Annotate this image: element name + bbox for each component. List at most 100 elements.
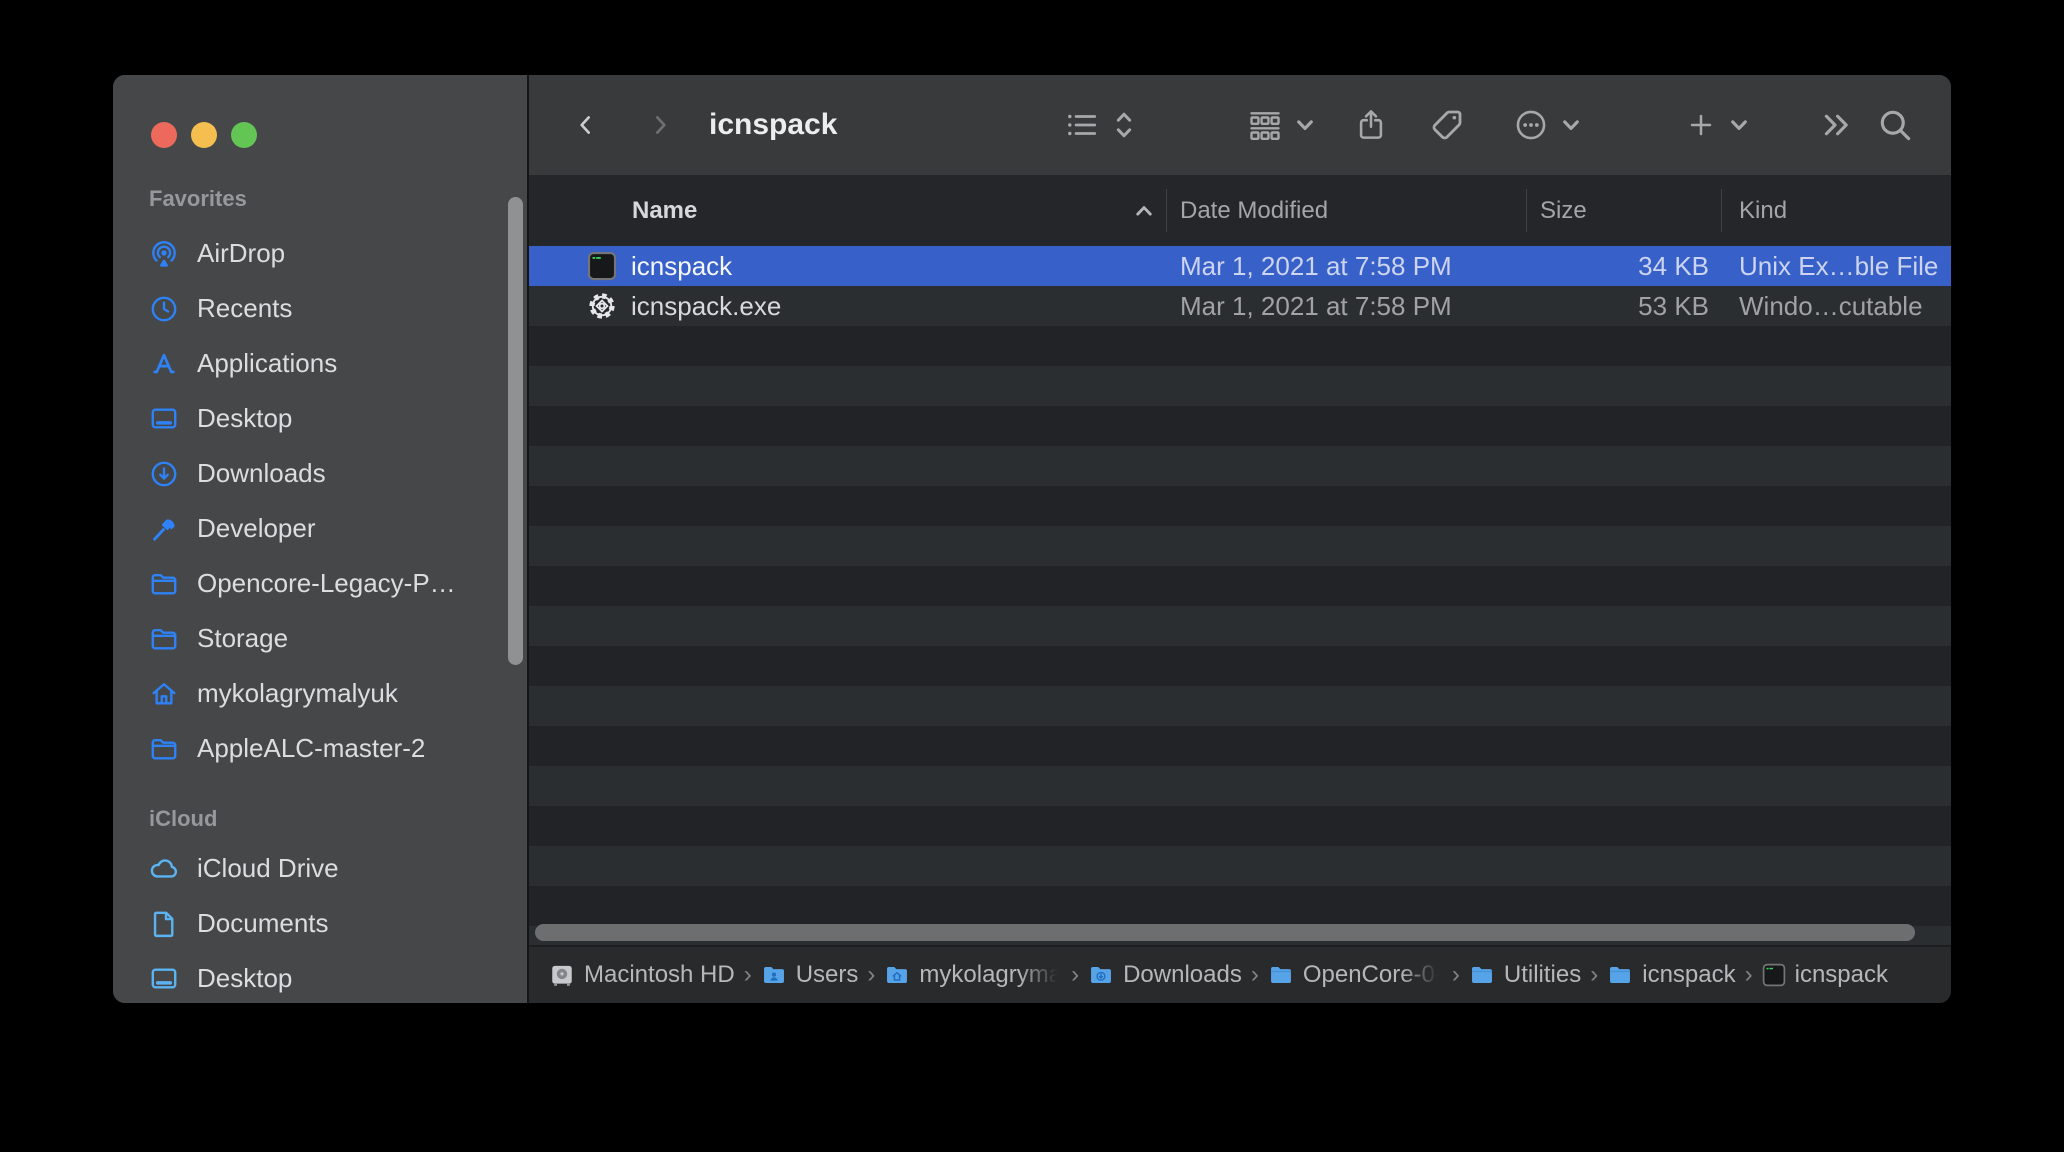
file-row-icnspack-exe[interactable]: icnspack.exe Mar 1, 2021 at 7:58 PM 53 KB W… xyxy=(529,286,1951,326)
column-header-size[interactable]: Size xyxy=(1526,197,1721,225)
path-item-mykolagryma[interactable]: mykolagryma xyxy=(884,961,1062,989)
file-name-cell[interactable]: icnspack xyxy=(529,251,1166,282)
drive-icon xyxy=(549,962,575,988)
empty-row xyxy=(529,566,1951,606)
folder-users-icon xyxy=(761,962,787,988)
actions-chevron[interactable] xyxy=(1557,75,1585,175)
window-title: icnspack xyxy=(709,108,838,141)
finder-window: Favorites AirDrop Recents Applications Desk… xyxy=(113,75,1951,1003)
empty-row xyxy=(529,446,1951,486)
path-item-label: Utilities xyxy=(1503,961,1582,988)
path-item-downloads[interactable]: Downloads xyxy=(1088,961,1242,989)
sidebar: Favorites AirDrop Recents Applications Desk… xyxy=(113,75,527,1003)
group-by-button[interactable] xyxy=(1243,75,1287,175)
sidebar-item-opencore-legacy-p[interactable]: Opencore-Legacy-P… xyxy=(113,556,527,611)
path-separator: › xyxy=(867,961,876,988)
empty-row xyxy=(529,806,1951,846)
folder-blue-icon xyxy=(1268,962,1294,988)
sidebar-item-desktop[interactable]: Desktop xyxy=(113,951,527,1003)
new-chevron[interactable] xyxy=(1725,75,1753,175)
column-divider[interactable] xyxy=(1721,189,1722,232)
horizontal-scrollbar[interactable] xyxy=(535,924,1915,941)
back-button[interactable] xyxy=(566,75,606,175)
folder-icon xyxy=(147,567,181,601)
file-name: icnspack.exe xyxy=(631,290,782,321)
empty-row xyxy=(529,846,1951,886)
path-separator: › xyxy=(1590,961,1599,988)
sidebar-item-label: Recents xyxy=(197,293,293,323)
path-item-label: Users xyxy=(795,961,859,988)
sidebar-scrollbar[interactable] xyxy=(508,197,523,665)
column-divider[interactable] xyxy=(1526,189,1527,232)
new-folder-button[interactable] xyxy=(1683,75,1719,175)
actions-button[interactable] xyxy=(1511,75,1551,175)
sidebar-item-label: Storage xyxy=(197,623,289,653)
sidebar-section-header-favorites: Favorites xyxy=(149,185,247,211)
file-kind-cell[interactable]: Unix Ex…ble File xyxy=(1721,251,1951,282)
folder-icon xyxy=(147,622,181,656)
path-item-label: Macintosh HD xyxy=(584,961,735,988)
sidebar-item-airdrop[interactable]: AirDrop xyxy=(113,226,527,281)
path-item-macintosh-hd[interactable]: Macintosh HD xyxy=(549,961,735,989)
path-item-label: icnspack xyxy=(1642,961,1736,988)
folder-download-icon xyxy=(1088,962,1114,988)
column-header-name[interactable]: Name xyxy=(529,197,1166,225)
folder-blue-icon xyxy=(1607,962,1633,988)
sidebar-item-label: Developer xyxy=(197,513,316,543)
view-toggle-chevrons[interactable] xyxy=(1109,75,1139,175)
empty-row xyxy=(529,646,1951,686)
airdrop-icon xyxy=(147,237,181,271)
sidebar-item-documents[interactable]: Documents xyxy=(113,896,527,951)
tag-icon xyxy=(1432,110,1462,140)
search-button[interactable] xyxy=(1873,75,1917,175)
group-by-chevron[interactable] xyxy=(1291,75,1319,175)
column-header-date[interactable]: Date Modified xyxy=(1166,197,1526,225)
column-divider[interactable] xyxy=(1166,189,1167,232)
column-header-kind[interactable]: Kind xyxy=(1721,197,1951,225)
chevron-down-icon xyxy=(1563,120,1579,131)
overflow-button[interactable] xyxy=(1817,75,1857,175)
sidebar-item-applealc-master-2[interactable]: AppleALC-master-2 xyxy=(113,721,527,776)
appstore-icon xyxy=(147,347,181,381)
double-chevron-right-icon xyxy=(1824,114,1848,136)
forward-button[interactable] xyxy=(640,75,680,175)
share-button[interactable] xyxy=(1349,75,1393,175)
path-item-label: icnspack xyxy=(1794,961,1888,988)
sidebar-item-label: AirDrop xyxy=(197,238,286,268)
path-separator: › xyxy=(743,961,752,988)
sidebar-item-recents[interactable]: Recents xyxy=(113,281,527,336)
file-list: icnspack Mar 1, 2021 at 7:58 PM 34 KB Unix … xyxy=(529,246,1951,947)
sidebar-item-icloud-drive[interactable]: iCloud Drive xyxy=(113,841,527,896)
folder-home-icon xyxy=(884,962,910,988)
path-item-opencore-0[interactable]: OpenCore-0- xyxy=(1268,961,1443,989)
file-row-icnspack[interactable]: icnspack Mar 1, 2021 at 7:58 PM 34 KB Unix … xyxy=(529,246,1951,286)
file-kind-cell[interactable]: Windo…cutable xyxy=(1721,291,1951,322)
path-item-icnspack-file[interactable]: icnspack xyxy=(1762,961,1888,989)
sidebar-item-developer[interactable]: Developer xyxy=(113,501,527,556)
file-size-cell[interactable]: 53 KB xyxy=(1526,291,1721,322)
empty-row xyxy=(529,526,1951,566)
desktop-icon xyxy=(147,962,181,996)
view-list-button[interactable] xyxy=(1061,75,1103,175)
sidebar-item-storage[interactable]: Storage xyxy=(113,611,527,666)
group-view-icon xyxy=(1250,112,1280,140)
tags-button[interactable] xyxy=(1423,75,1471,175)
sidebar-item-downloads[interactable]: Downloads xyxy=(113,446,527,501)
sidebar-item-applications[interactable]: Applications xyxy=(113,336,527,391)
file-name-cell[interactable]: icnspack.exe xyxy=(529,291,1166,322)
sidebar-item-label: Documents xyxy=(197,908,329,938)
path-separator: › xyxy=(1451,961,1460,988)
chevron-right-icon xyxy=(655,116,666,134)
file-size-cell[interactable]: 34 KB xyxy=(1526,251,1721,282)
empty-row xyxy=(529,406,1951,446)
file-name: icnspack xyxy=(631,250,733,281)
file-date-cell[interactable]: Mar 1, 2021 at 7:58 PM xyxy=(1166,251,1526,282)
path-item-icnspack[interactable]: icnspack xyxy=(1607,961,1736,989)
path-item-utilities[interactable]: Utilities xyxy=(1469,961,1581,989)
empty-row xyxy=(529,326,1951,366)
sidebar-item-label: Downloads xyxy=(197,458,326,488)
sidebar-item-desktop[interactable]: Desktop xyxy=(113,391,527,446)
sidebar-item-mykolagrymalyuk[interactable]: mykolagrymalyuk xyxy=(113,666,527,721)
file-date-cell[interactable]: Mar 1, 2021 at 7:58 PM xyxy=(1166,291,1526,322)
path-item-users[interactable]: Users xyxy=(761,961,859,989)
